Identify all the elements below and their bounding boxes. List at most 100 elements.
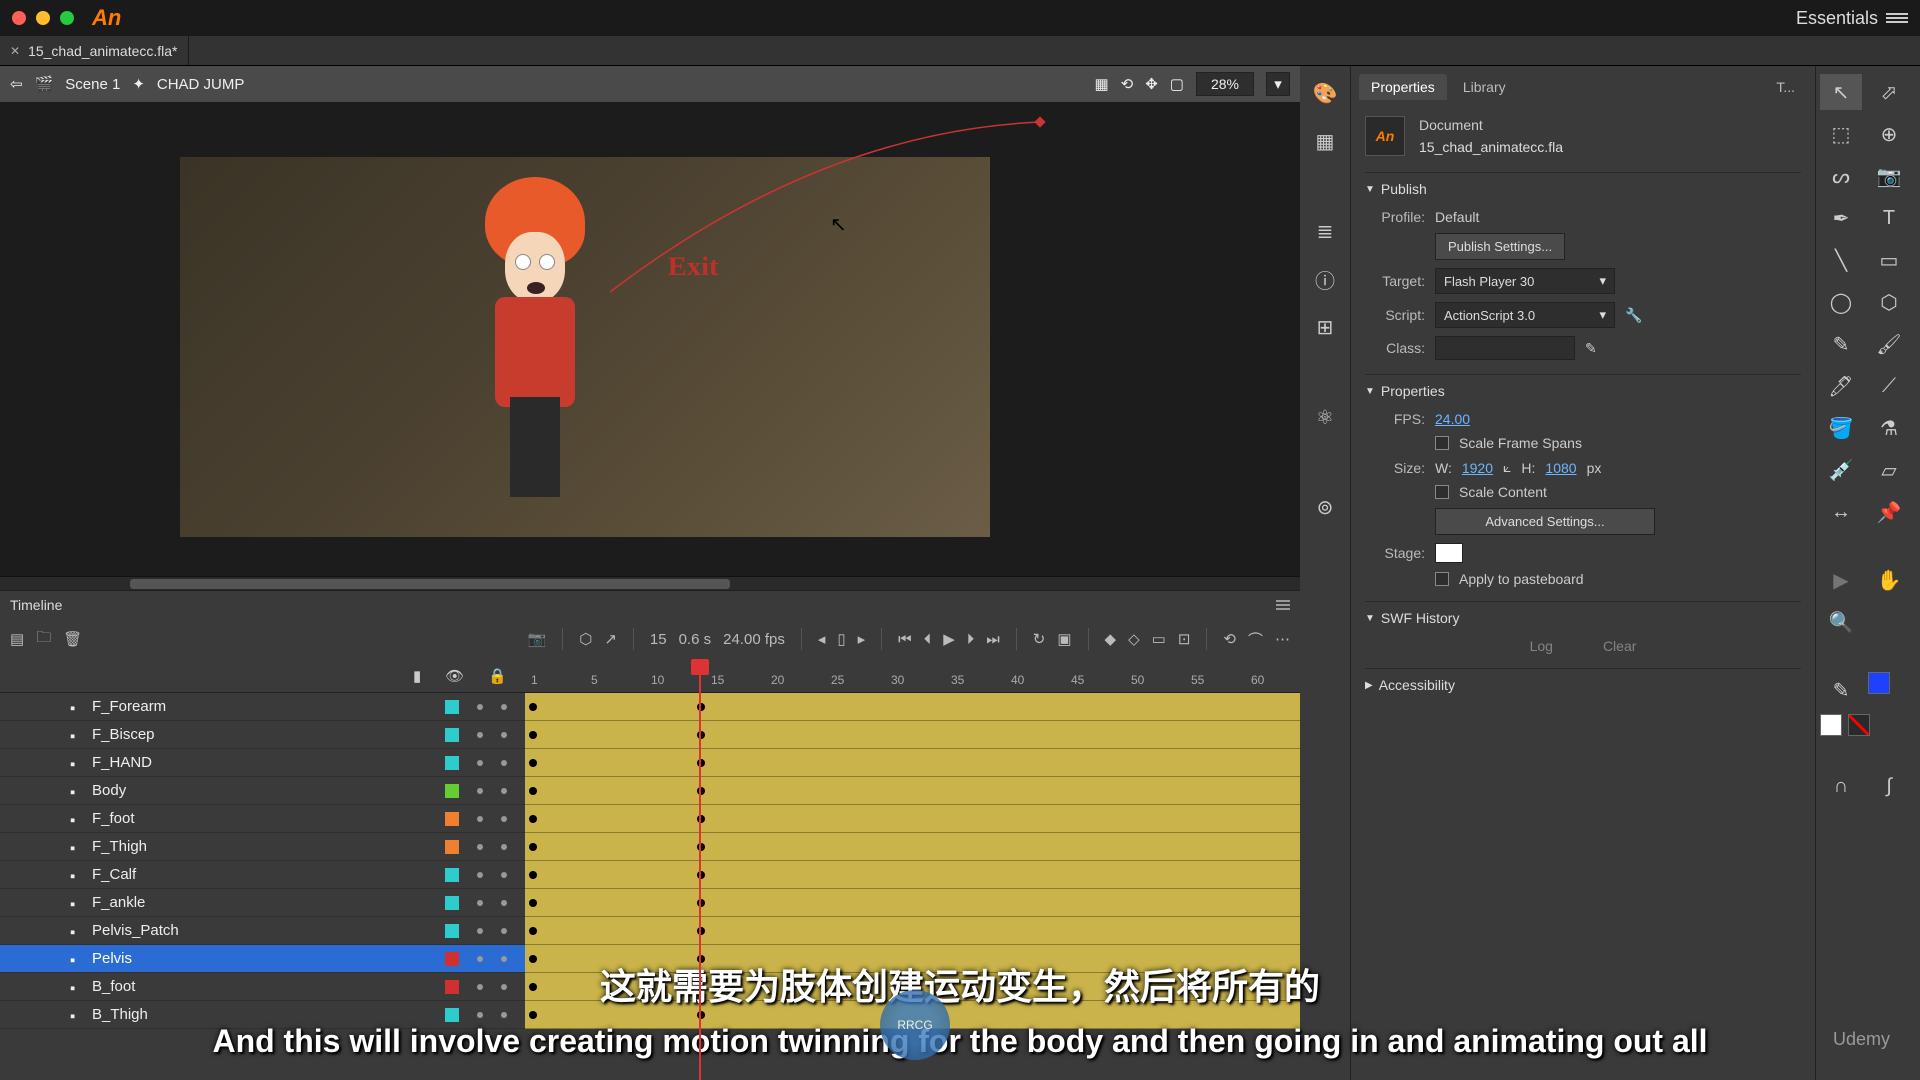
scene-label[interactable]: Scene 1 (65, 76, 120, 93)
height-field[interactable]: 1080 (1545, 460, 1576, 476)
target-select[interactable]: Flash Player 30▾ (1435, 268, 1615, 294)
timeline-track[interactable] (525, 833, 1300, 861)
layer-color-chip[interactable] (445, 840, 459, 854)
link-wh-icon[interactable]: ⟀ (1503, 459, 1511, 476)
timeline-track[interactable] (525, 749, 1300, 777)
layer-row[interactable]: ▪F_Forearm (0, 693, 525, 721)
step-fwd-one-icon[interactable]: ▸ (858, 630, 866, 648)
swf-log-button[interactable]: Log (1530, 638, 1553, 654)
layer-row[interactable]: ▪Body (0, 777, 525, 805)
layer-lock-dot[interactable] (501, 732, 507, 738)
last-frame-icon[interactable]: ⏭ (986, 631, 1000, 648)
layer-row[interactable]: ▪F_Biscep (0, 721, 525, 749)
free-transform-tool-icon[interactable]: ⬚ (1820, 116, 1862, 152)
edit-class-icon[interactable]: ✎ (1585, 340, 1597, 357)
cc-libraries-icon[interactable]: ⊚ (1312, 494, 1338, 520)
span-based-icon[interactable]: ⌒ (1248, 629, 1263, 650)
keyframe-icon[interactable] (529, 815, 537, 823)
timeline-track[interactable] (525, 777, 1300, 805)
fps-field[interactable]: 24.00 (1435, 411, 1470, 427)
create-tween-icon[interactable]: ⟲ (1223, 630, 1236, 648)
layer-lock-dot[interactable] (501, 872, 507, 878)
insert-frame-icon[interactable]: ▭ (1152, 630, 1166, 648)
timeline-track[interactable] (525, 693, 1300, 721)
keyframe-icon[interactable] (529, 759, 537, 767)
layer-lock-dot[interactable] (501, 704, 507, 710)
text-tool-icon[interactable]: T (1868, 200, 1910, 236)
play-icon[interactable]: ▶ (943, 630, 955, 648)
script-select[interactable]: ActionScript 3.0▾ (1435, 302, 1615, 328)
subselection-tool-icon[interactable]: ⬀ (1868, 74, 1910, 110)
fill-color-swatch[interactable] (1820, 714, 1842, 736)
layer-color-chip[interactable] (445, 868, 459, 882)
layer-parent-icon[interactable]: ⬡ (579, 630, 592, 648)
scale-frame-spans-checkbox[interactable] (1435, 436, 1449, 450)
stage-rotate-icon[interactable]: ⟲ (1121, 75, 1134, 93)
lasso-tool-icon[interactable]: ᔕ (1820, 158, 1862, 194)
step-back-one-icon[interactable]: ◂ (818, 630, 826, 648)
section-properties[interactable]: ▼Properties (1365, 383, 1801, 399)
stage-hscrollbar[interactable] (0, 576, 1300, 590)
frame-ruler[interactable]: 151015202530354045505560 (525, 659, 1300, 693)
stroke-color-icon[interactable]: ✎ (1820, 672, 1862, 708)
keyframe-icon[interactable] (529, 1011, 537, 1019)
width-tool-icon[interactable]: ↔ (1820, 494, 1862, 530)
pencil-tool-icon[interactable]: ✎ (1820, 326, 1862, 362)
visibility-header-icon[interactable]: 👁 (445, 667, 464, 685)
timeline-track[interactable] (525, 917, 1300, 945)
current-frame[interactable]: 15 (650, 631, 667, 648)
no-color-swatch[interactable] (1848, 714, 1870, 736)
layer-color-chip[interactable] (445, 700, 459, 714)
swf-clear-button[interactable]: Clear (1603, 638, 1636, 654)
maximize-window-icon[interactable] (60, 11, 74, 25)
close-window-icon[interactable] (12, 11, 26, 25)
scale-content-checkbox[interactable] (1435, 485, 1449, 499)
layer-visibility-dot[interactable] (477, 732, 483, 738)
layer-color-chip[interactable] (445, 896, 459, 910)
insert-keyframe-icon[interactable]: ◆ (1105, 630, 1117, 648)
ink-bottle-tool-icon[interactable]: ⚗ (1868, 410, 1910, 446)
stroke-color-swatch[interactable] (1868, 672, 1890, 694)
keyframe-icon[interactable] (529, 843, 537, 851)
layer-row[interactable]: ▪F_ankle (0, 889, 525, 917)
layer-lock-dot[interactable] (501, 844, 507, 850)
smooth-icon[interactable]: ∫ (1868, 768, 1910, 804)
tab-library[interactable]: Library (1451, 74, 1518, 100)
remove-frame-icon[interactable]: ⊡ (1178, 630, 1191, 648)
advanced-settings-button[interactable]: Advanced Settings... (1435, 508, 1655, 535)
delete-layer-icon[interactable]: 🗑 (63, 630, 82, 648)
workspace-switcher[interactable]: Essentials (1796, 8, 1878, 29)
layer-visibility-dot[interactable] (477, 844, 483, 850)
layer-visibility-dot[interactable] (477, 900, 483, 906)
line-tool-icon[interactable]: ╲ (1820, 242, 1862, 278)
center-frame-icon[interactable]: ▯ (837, 630, 845, 648)
layer-color-chip[interactable] (445, 756, 459, 770)
clip-content-icon[interactable]: ▢ (1170, 75, 1184, 93)
layer-lock-dot[interactable] (501, 900, 507, 906)
new-folder-icon[interactable]: 🗀 (36, 627, 51, 652)
hand-tool-icon[interactable]: ✋ (1868, 562, 1910, 598)
layer-color-chip[interactable] (445, 728, 459, 742)
keyframe-icon[interactable] (529, 899, 537, 907)
back-icon[interactable]: ⇦ (10, 75, 23, 93)
apply-pasteboard-checkbox[interactable] (1435, 572, 1449, 586)
zoom-tool-icon[interactable]: 🔍 (1820, 604, 1862, 640)
center-stage-icon[interactable]: ✥ (1145, 75, 1158, 93)
oval-tool-icon[interactable]: ◯ (1820, 284, 1862, 320)
symbol-label[interactable]: CHAD JUMP (157, 76, 245, 93)
layer-lock-dot[interactable] (501, 1012, 507, 1018)
highlight-layer-icon[interactable]: ▮ (413, 667, 421, 685)
layer-visibility-dot[interactable] (477, 872, 483, 878)
minimize-window-icon[interactable] (36, 11, 50, 25)
section-accessibility[interactable]: ▶Accessibility (1365, 677, 1801, 693)
zoom-dropdown-icon[interactable]: ▾ (1266, 72, 1290, 96)
layer-lock-dot[interactable] (501, 816, 507, 822)
stage[interactable]: Exit ↖ (0, 102, 1300, 590)
layer-depth-icon[interactable]: ↗ (604, 630, 617, 648)
camera-icon[interactable]: 📷 (528, 630, 547, 648)
bone-tool-icon[interactable]: ⟋ (1868, 368, 1910, 404)
color-panel-icon[interactable]: 🎨 (1312, 80, 1338, 106)
layer-row[interactable]: ▪F_foot (0, 805, 525, 833)
section-swf-history[interactable]: ▼SWF History (1365, 610, 1801, 626)
timeline-track[interactable] (525, 861, 1300, 889)
